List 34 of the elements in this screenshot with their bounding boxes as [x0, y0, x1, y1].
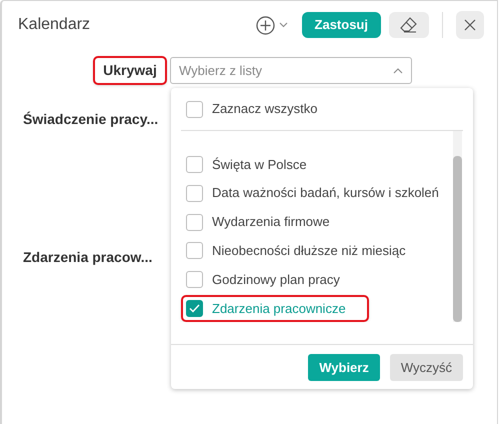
- option-label: Zdarzenia pracownicze: [212, 300, 346, 318]
- plus-circle-icon: [256, 16, 275, 34]
- chevron-up-icon: [393, 68, 403, 74]
- add-menu-button[interactable]: [256, 16, 288, 34]
- window-title: Kalendarz: [18, 15, 90, 35]
- eraser-icon: [399, 16, 419, 34]
- list-option[interactable]: Godzinowy plan pracy: [181, 266, 342, 294]
- option-label: Wydarzenia firmowe: [212, 213, 330, 232]
- row-label: Świadczenie pracy...: [23, 110, 158, 129]
- checkbox[interactable]: [186, 242, 203, 260]
- chevron-down-icon: [278, 22, 288, 28]
- option-label: Godzinowy plan pracy: [212, 270, 340, 289]
- close-button[interactable]: [456, 11, 484, 39]
- checkbox[interactable]: [186, 156, 203, 173]
- checkbox[interactable]: [186, 300, 203, 318]
- list-option[interactable]: Wydarzenia firmowe: [181, 208, 332, 236]
- option-label: Data ważności badań, kursów i szkoleń: [212, 184, 439, 202]
- checkbox[interactable]: [186, 184, 203, 202]
- clear-button[interactable]: Wyczyść: [390, 354, 463, 381]
- checkbox[interactable]: [186, 271, 203, 288]
- checkmark-icon: [189, 304, 200, 314]
- list-option[interactable]: Nieobecności dłuższe niż miesiąc: [181, 237, 408, 264]
- close-icon: [464, 19, 476, 31]
- checkbox[interactable]: [186, 214, 203, 231]
- row-label: Zdarzenia pracow...: [23, 248, 152, 267]
- checkbox[interactable]: [186, 100, 203, 118]
- select-all-label[interactable]: Zaznacz wszystko: [212, 99, 318, 119]
- list-option[interactable]: Data ważności badań, kursów i szkoleń: [181, 180, 441, 207]
- option-label: Święta w Polsce: [212, 156, 307, 174]
- option-label: Nieobecności dłuższe niż miesiąc: [212, 242, 406, 260]
- eraser-button[interactable]: [389, 12, 429, 38]
- hide-label: Ukrywaj: [93, 56, 167, 85]
- list-option[interactable]: Święta w Polsce: [181, 151, 309, 178]
- select-field[interactable]: Wybierz z listy: [170, 57, 412, 84]
